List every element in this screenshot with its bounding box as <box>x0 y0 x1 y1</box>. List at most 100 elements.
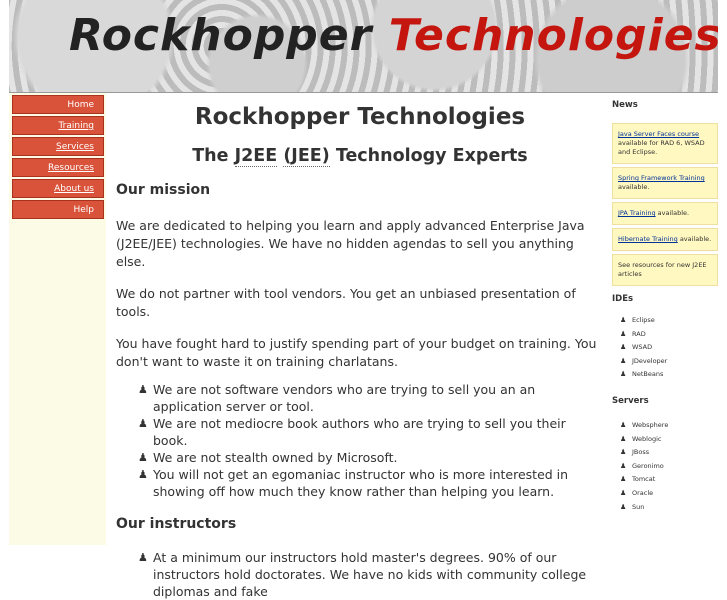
news-text: available. <box>655 209 690 217</box>
nav-help[interactable]: Help <box>12 200 104 219</box>
list-item-text: RAD <box>632 329 646 338</box>
list-item-text: Weblogic <box>632 434 662 443</box>
ides-list: ♟ Eclipse ♟ RAD ♟ WSAD ♟ JDeveloper ♟ NetBean… <box>612 314 718 382</box>
penguin-bullet-icon: ♟ <box>620 475 627 484</box>
list-item: ♟ We are not stealth owned by Microsoft. <box>138 449 604 466</box>
penguin-bullet-icon: ♟ <box>620 370 627 379</box>
list-item-text: At a minimum our instructors hold master… <box>153 550 587 599</box>
page-title: Rockhopper Technologies <box>194 104 526 130</box>
list-item[interactable]: ♟ JDeveloper <box>620 355 718 369</box>
nav-training-label: Training <box>58 121 94 131</box>
penguin-bullet-icon: ♟ <box>138 417 148 430</box>
news-item: See resources for new J2EE articles <box>612 254 718 286</box>
servers-list: ♟ Websphere ♟ Weblogic ♟ JBoss ♟ Geronimo ♟ T… <box>612 419 718 514</box>
penguin-bullet-icon: ♟ <box>620 329 627 338</box>
penguin-bullet-icon: ♟ <box>620 448 627 457</box>
mission-paragraph-1: We are dedicated to helping you learn an… <box>116 218 585 269</box>
nav-home[interactable]: Home <box>12 95 104 114</box>
main-nav: Home Training Services Resources About u… <box>12 95 104 221</box>
nav-about-us[interactable]: About us <box>12 179 104 198</box>
banner-logo-part2: Technologies <box>388 10 718 61</box>
penguin-bullet-icon: ♟ <box>620 343 627 352</box>
main-content: Rockhopper Technologies The J2EE (JEE) T… <box>116 100 604 600</box>
news-link-spring[interactable]: Spring Framework Training <box>618 174 705 182</box>
list-item-text: Geronimo <box>632 461 664 470</box>
page-subtitle: The J2EE (JEE) Technology Experts <box>116 146 604 167</box>
list-item-text: JDeveloper <box>632 356 668 365</box>
header-banner: Rockhopper Technologies <box>9 0 718 93</box>
list-item-text: We are not software vendors who are tryi… <box>153 382 536 414</box>
nav-training[interactable]: Training <box>12 116 104 135</box>
news-link-jsf[interactable]: Java Server Faces course <box>618 130 699 138</box>
list-item[interactable]: ♟ RAD <box>620 328 718 342</box>
news-text: available. <box>618 183 650 191</box>
list-item-text: Sun <box>632 502 645 511</box>
penguin-bullet-icon: ♟ <box>620 461 627 470</box>
news-link-hibernate[interactable]: Hibernate Training <box>618 235 678 243</box>
servers-heading: Servers <box>612 395 649 406</box>
list-item[interactable]: ♟ Weblogic <box>620 433 718 447</box>
mission-bullet-list: ♟ We are not software vendors who are try… <box>116 381 604 500</box>
subtitle-prefix: The <box>192 146 229 166</box>
penguin-bullet-icon: ♟ <box>620 420 627 429</box>
list-item-text: NetBeans <box>632 370 664 379</box>
nav-resources[interactable]: Resources <box>12 158 104 177</box>
banner-logo-text: Rockhopper Technologies <box>69 10 718 61</box>
list-item-text: Websphere <box>632 420 669 429</box>
list-item[interactable]: ♟ Tomcat <box>620 473 718 487</box>
mission-paragraph-3: You have fought hard to justify spending… <box>116 336 597 369</box>
nav-services[interactable]: Services <box>12 137 104 156</box>
list-item[interactable]: ♟ NetBeans <box>620 368 718 382</box>
list-item-text: You will not get an egomaniac instructor… <box>153 467 569 499</box>
list-item: ♟ At a minimum our instructors hold maste… <box>138 549 604 600</box>
list-item: ♟ We are not software vendors who are try… <box>138 381 604 415</box>
penguin-bullet-icon: ♟ <box>138 551 148 564</box>
right-sidebar: News Java Server Faces course available … <box>612 100 718 514</box>
nav-home-label: Home <box>67 100 94 110</box>
news-heading: News <box>612 100 638 110</box>
list-item[interactable]: ♟ Websphere <box>620 419 718 433</box>
ides-heading: IDEs <box>612 294 634 304</box>
list-item-text: JBoss <box>632 448 650 457</box>
list-item-text: We are not stealth owned by Microsoft. <box>153 450 398 465</box>
penguin-bullet-icon: ♟ <box>620 316 627 324</box>
news-item: Spring Framework Training available. <box>612 167 718 199</box>
list-item: ♟ You will not get an egomaniac instructo… <box>138 466 604 500</box>
news-text: available. <box>677 235 712 243</box>
nav-help-label: Help <box>73 205 94 215</box>
instructors-bullet-list: ♟ At a minimum our instructors hold maste… <box>116 549 604 600</box>
list-item-text: Tomcat <box>632 475 656 484</box>
list-item-text: We are not mediocre book authors who are… <box>153 416 566 448</box>
penguin-bullet-icon: ♟ <box>138 383 148 396</box>
news-item: Java Server Faces course available for R… <box>612 123 718 164</box>
news-item: JPA Training available. <box>612 202 718 225</box>
list-item-text: Oracle <box>632 488 654 497</box>
penguin-bullet-icon: ♟ <box>620 488 627 497</box>
mission-heading: Our mission <box>116 182 211 198</box>
list-item-text: WSAD <box>632 343 653 352</box>
list-item-text: Eclipse <box>632 316 655 324</box>
list-item[interactable]: ♟ Sun <box>620 501 718 515</box>
penguin-bullet-icon: ♟ <box>138 451 148 464</box>
penguin-bullet-icon: ♟ <box>620 502 627 511</box>
list-item[interactable]: ♟ JBoss <box>620 446 718 460</box>
news-item: Hibernate Training available. <box>612 228 718 251</box>
penguin-bullet-icon: ♟ <box>620 356 627 365</box>
nav-about-us-label: About us <box>54 184 94 194</box>
nav-services-label: Services <box>56 142 94 152</box>
list-item[interactable]: ♟ Eclipse <box>620 314 718 328</box>
list-item[interactable]: ♟ Oracle <box>620 487 718 501</box>
acronym-jee: (JEE) <box>283 146 330 167</box>
list-item[interactable]: ♟ Geronimo <box>620 460 718 474</box>
penguin-bullet-icon: ♟ <box>620 434 627 443</box>
subtitle-suffix: Technology Experts <box>335 146 528 166</box>
nav-resources-label: Resources <box>48 163 94 173</box>
news-text: See resources for new J2EE articles <box>618 261 707 278</box>
list-item: ♟ We are not mediocre book authors who ar… <box>138 415 604 449</box>
news-text: available for RAD 6, WSAD and Eclipse. <box>618 139 705 156</box>
instructors-heading: Our instructors <box>116 516 237 532</box>
news-link-jpa[interactable]: JPA Training <box>618 209 656 217</box>
list-item[interactable]: ♟ WSAD <box>620 341 718 355</box>
mission-paragraph-2: We do not partner with tool vendors. You… <box>116 286 576 319</box>
banner-logo-part1: Rockhopper <box>69 10 373 61</box>
